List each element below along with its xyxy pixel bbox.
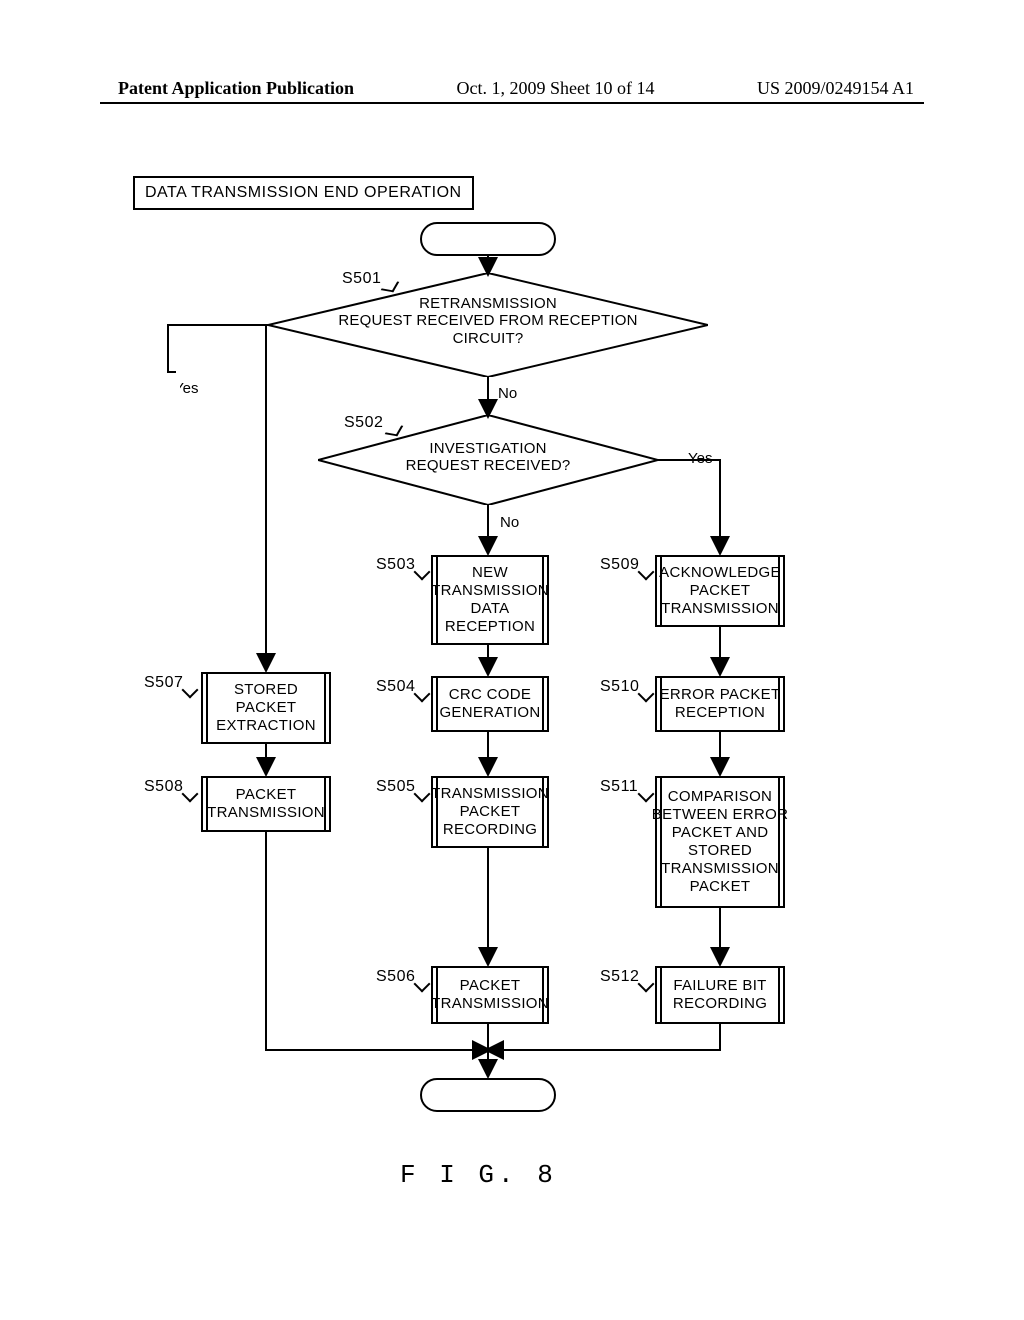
process-s511: COMPARISON BETWEEN ERROR PACKET AND STOR… xyxy=(655,776,785,908)
decision-s501-text: RETRANSMISSION REQUEST RECEIVED FROM REC… xyxy=(288,295,688,347)
process-s512: FAILURE BIT RECORDING xyxy=(655,966,785,1024)
process-s507-text: STORED PACKET EXTRACTION xyxy=(216,681,316,735)
step-label-s505: S505 xyxy=(376,778,415,796)
edge-label-d2-no: No xyxy=(500,514,519,531)
process-s506: PACKET TRANSMISSION xyxy=(431,966,549,1024)
step-tick-s503 xyxy=(414,564,431,581)
terminator-start xyxy=(420,222,556,256)
step-label-s509: S509 xyxy=(600,556,639,574)
step-tick-s506 xyxy=(414,976,431,993)
edge-label-d1-yes: Yes xyxy=(174,380,198,397)
process-s503-text: NEW TRANSMISSION DATA RECEPTION xyxy=(431,564,549,636)
step-label-s503: S503 xyxy=(376,556,415,574)
process-s504: CRC CODE GENERATION xyxy=(431,676,549,732)
step-label-s510: S510 xyxy=(600,678,639,696)
header-left: Patent Application Publication xyxy=(0,78,354,99)
decision-s502-text: INVESTIGATION REQUEST RECEIVED? xyxy=(338,440,638,475)
process-s509-text: ACKNOWLEDGE PACKET TRANSMISSION xyxy=(659,564,781,618)
process-s506-text: PACKET TRANSMISSION xyxy=(431,977,549,1013)
step-tick-s512 xyxy=(638,976,655,993)
process-s512-text: FAILURE BIT RECORDING xyxy=(673,977,767,1013)
process-s507: STORED PACKET EXTRACTION xyxy=(201,672,331,744)
edge-label-d2-yes: Yes xyxy=(688,450,712,467)
step-tick-s504 xyxy=(414,686,431,703)
step-tick-s510 xyxy=(638,686,655,703)
step-label-s508: S508 xyxy=(144,778,183,796)
step-tick-s507 xyxy=(182,682,199,699)
step-label-s512: S512 xyxy=(600,968,639,986)
step-tick-s508 xyxy=(182,786,199,803)
process-s509: ACKNOWLEDGE PACKET TRANSMISSION xyxy=(655,555,785,627)
header-right: US 2009/0249154 A1 xyxy=(757,78,1024,99)
process-s510: ERROR PACKET RECEPTION xyxy=(655,676,785,732)
step-label-s507: S507 xyxy=(144,674,183,692)
process-s504-text: CRC CODE GENERATION xyxy=(439,686,540,722)
figure-caption: F I G. 8 xyxy=(400,1160,557,1190)
terminator-end xyxy=(420,1078,556,1112)
header-mid: Oct. 1, 2009 Sheet 10 of 14 xyxy=(457,78,655,99)
step-label-s506: S506 xyxy=(376,968,415,986)
page-header: Patent Application Publication Oct. 1, 2… xyxy=(0,78,1024,99)
step-label-s504: S504 xyxy=(376,678,415,696)
process-s508-text: PACKET TRANSMISSION xyxy=(207,786,325,822)
step-label-s511: S511 xyxy=(600,778,638,796)
step-tick-s509 xyxy=(638,564,655,581)
process-s505-text: TRANSMISSION PACKET RECORDING xyxy=(431,785,549,839)
flowchart-title: DATA TRANSMISSION END OPERATION xyxy=(133,176,474,210)
step-tick-s505 xyxy=(414,786,431,803)
header-rule xyxy=(100,102,924,104)
process-s503: NEW TRANSMISSION DATA RECEPTION xyxy=(431,555,549,645)
process-s508: PACKET TRANSMISSION xyxy=(201,776,331,832)
process-s511-text: COMPARISON BETWEEN ERROR PACKET AND STOR… xyxy=(652,788,788,896)
process-s505: TRANSMISSION PACKET RECORDING xyxy=(431,776,549,848)
process-s510-text: ERROR PACKET RECEPTION xyxy=(660,686,781,722)
step-label-s501: S501 xyxy=(342,270,381,288)
step-label-s502: S502 xyxy=(344,414,383,432)
edge-label-d1-no: No xyxy=(498,385,517,402)
